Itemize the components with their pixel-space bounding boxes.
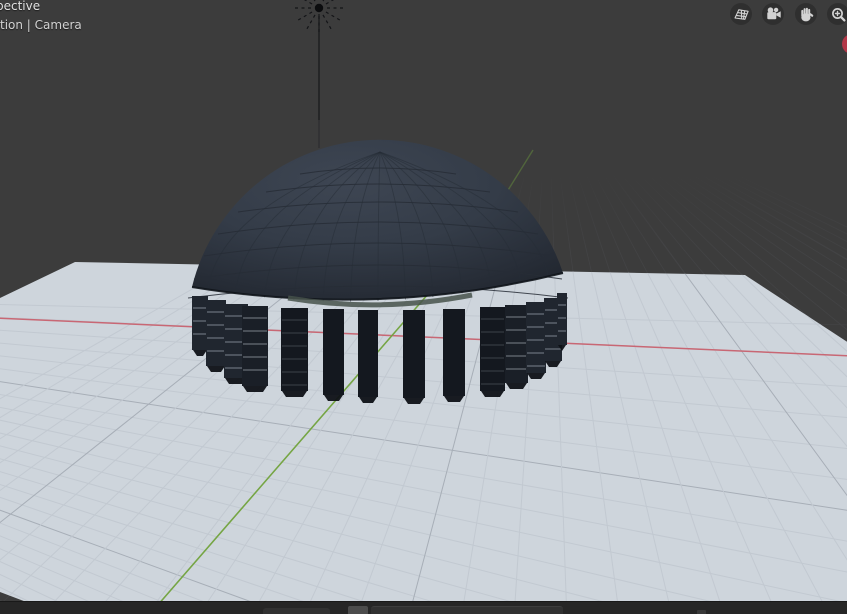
timeline-popover-left[interactable] <box>263 608 330 614</box>
toggle-camera-view-button[interactable] <box>762 3 784 25</box>
blender-3d-viewport: pective tion | Camera <box>0 0 847 614</box>
viewport-canvas[interactable] <box>0 0 847 614</box>
view-perspective-label: pective <box>0 0 41 13</box>
pillar-stack[interactable] <box>281 308 308 397</box>
pillar-stack[interactable] <box>323 309 344 401</box>
pillar-stack[interactable] <box>358 310 378 403</box>
pillar-stack[interactable] <box>192 296 208 356</box>
timeline-bar <box>0 601 847 614</box>
pillar-stack[interactable] <box>443 309 465 402</box>
pillar-stack[interactable] <box>242 306 268 392</box>
pillar-stack[interactable] <box>206 300 226 372</box>
collection-camera-label: tion | Camera <box>0 18 82 32</box>
magnifier-plus-icon <box>831 7 846 22</box>
pillar-stack[interactable] <box>557 293 567 351</box>
grid-plane-icon <box>733 8 749 20</box>
timeline-jump-control[interactable] <box>348 606 368 614</box>
pillar-stack[interactable] <box>505 305 528 389</box>
move-view-button[interactable] <box>795 3 817 25</box>
pillar-stack[interactable] <box>403 310 425 404</box>
zoom-view-button[interactable] <box>827 3 847 25</box>
hand-icon <box>800 7 813 21</box>
light-origin-dot[interactable] <box>314 3 324 13</box>
timeline-marker[interactable] <box>697 610 706 614</box>
timeline-frame-strip[interactable] <box>371 606 563 614</box>
toggle-orthographic-button[interactable] <box>730 3 752 25</box>
pillar-stack[interactable] <box>480 307 505 397</box>
camera-icon <box>766 6 781 19</box>
pillar-stack[interactable] <box>526 302 546 379</box>
